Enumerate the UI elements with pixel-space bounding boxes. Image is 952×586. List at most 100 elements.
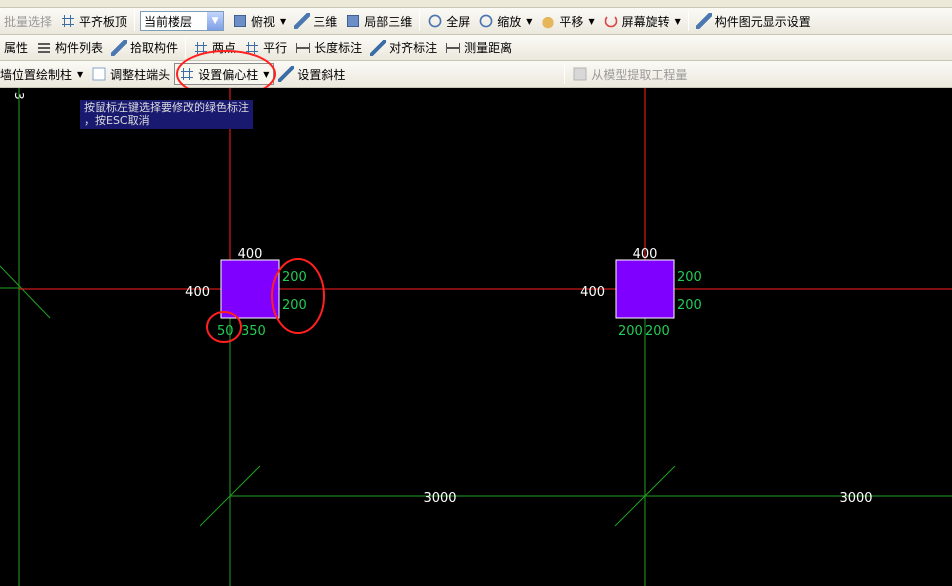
separator <box>564 64 566 84</box>
column-2-bottom-right-label[interactable]: 200 <box>645 324 670 339</box>
column-2-right-top-label[interactable]: 200 <box>677 270 702 285</box>
adjust-column-end-icon <box>92 67 106 81</box>
caret-down-icon: ▼ <box>263 69 270 79</box>
display-settings-button[interactable]: 构件图元显示设置 <box>692 10 815 32</box>
partial-3d-label: 局部三维 <box>364 14 413 29</box>
parallel-icon <box>244 39 261 56</box>
column-2-bottom-left-label[interactable]: 200 <box>618 324 643 339</box>
inclined-column-icon <box>278 66 295 82</box>
align-slab-top-button[interactable]: 平齐板顶 <box>56 10 131 32</box>
floor-scope-select[interactable]: 当前楼层 ▼ <box>140 11 225 31</box>
canvas-background <box>0 88 952 586</box>
component-list-icon <box>36 39 53 56</box>
rotate-screen-label: 屏幕旋转 <box>621 14 670 29</box>
measure-distance-button[interactable]: 测量距离 <box>441 37 516 59</box>
column-toolbar: 墙位置绘制柱 ▼ 调整柱端头 设置偏心柱 ▼ 设置斜柱 从模型提取工程量 <box>0 61 952 88</box>
partial-3d-button[interactable]: 局部三维 <box>341 10 416 32</box>
inclined-column-button[interactable]: 设置斜柱 <box>274 63 349 85</box>
eccentric-column-button[interactable]: 设置偏心柱 ▼ <box>174 63 275 85</box>
separator <box>134 11 136 31</box>
partial-3d-icon <box>347 15 360 27</box>
separator <box>687 11 689 31</box>
eccentric-column-label: 设置偏心柱 <box>198 67 259 82</box>
pan-icon <box>540 13 557 29</box>
top-view-label: 俯视 <box>251 14 276 29</box>
length-dimension-label: 长度标注 <box>314 41 363 55</box>
floor-scope-value: 当前楼层 <box>144 14 193 29</box>
properties-label: 属性 <box>4 41 29 55</box>
measure-distance-icon <box>445 39 462 56</box>
zoom-button[interactable]: 缩放 ▼ <box>474 10 536 32</box>
align-slab-top-label: 平齐板顶 <box>79 14 128 29</box>
separator <box>185 37 187 58</box>
eccentric-column-icon <box>179 66 196 82</box>
batch-select-button[interactable]: 批量选择 <box>0 10 56 32</box>
align-dimension-label: 对齐标注 <box>389 41 438 55</box>
batch-select-label: 批量选择 <box>4 14 53 29</box>
3d-view-icon <box>294 13 311 29</box>
caret-down-icon: ▼ <box>280 16 287 26</box>
column-2[interactable] <box>615 259 675 319</box>
caret-down-icon: ▼ <box>77 69 84 79</box>
span-label-1: 3000 <box>423 491 456 506</box>
parallel-label: 平行 <box>263 41 288 55</box>
chevron-down-icon[interactable]: ▼ <box>207 12 224 30</box>
measure-distance-label: 测量距离 <box>464 41 513 55</box>
display-settings-icon <box>695 13 712 29</box>
column-2-top-label: 400 <box>633 247 658 262</box>
column-2-right-bottom-label[interactable]: 200 <box>677 298 702 313</box>
view-toolbar: 批量选择 平齐板顶 当前楼层 ▼ 俯视 ▼ 三维 局部三维 全屏 缩放 ▼ 平移 ▼ 屏… <box>0 8 952 35</box>
separator <box>419 11 421 31</box>
parallel-button[interactable]: 平行 <box>240 37 291 59</box>
extract-quantity-icon <box>573 67 587 81</box>
column-1-right-top-label[interactable]: 200 <box>282 270 307 285</box>
zoom-label: 缩放 <box>497 14 522 29</box>
status-tooltip: 按鼠标左键选择要修改的绿色标注 ，按ESC取消 <box>80 100 253 129</box>
inclined-column-label: 设置斜柱 <box>297 67 346 82</box>
pan-button[interactable]: 平移 ▼ <box>536 10 598 32</box>
column-1-right-bottom-label[interactable]: 200 <box>282 298 307 313</box>
component-list-label: 构件列表 <box>55 41 104 55</box>
column-1[interactable] <box>220 259 280 319</box>
properties-button[interactable]: 属性 <box>0 37 32 59</box>
extract-quantity-label: 从模型提取工程量 <box>591 67 688 82</box>
drawing-canvas[interactable]: 3 400 400 200 200 50 350 400 400 200 200… <box>0 88 952 586</box>
adjust-column-end-label: 调整柱端头 <box>110 67 171 82</box>
edit-toolbar: 属性 构件列表 拾取构件 两点 平行 长度标注 对齐标注 测量距离 <box>0 35 952 61</box>
3d-view-button[interactable]: 三维 <box>290 10 341 32</box>
adjust-column-end-button[interactable]: 调整柱端头 <box>87 63 174 85</box>
caret-down-icon: ▼ <box>588 16 595 26</box>
fullscreen-icon <box>428 14 442 28</box>
fullscreen-button[interactable]: 全屏 <box>423 10 474 32</box>
column-1-top-label: 400 <box>238 247 263 262</box>
tooltip-line-2: ，按ESC取消 <box>84 114 150 127</box>
rotate-screen-icon <box>604 14 617 28</box>
display-settings-label: 构件图元显示设置 <box>714 14 811 29</box>
tooltip-line-1: 按鼠标左键选择要修改的绿色标注 <box>84 101 249 114</box>
extract-quantity-button[interactable]: 从模型提取工程量 <box>568 63 691 85</box>
zoom-icon <box>479 14 493 28</box>
column-1-left-label: 400 <box>185 285 210 300</box>
rotate-screen-button[interactable]: 屏幕旋转 ▼ <box>599 10 685 32</box>
two-points-icon <box>193 39 210 56</box>
column-1-bottom-right-label[interactable]: 350 <box>241 324 266 339</box>
draw-column-at-wall-button[interactable]: 墙位置绘制柱 ▼ <box>0 63 87 85</box>
3d-view-label: 三维 <box>313 14 338 29</box>
pick-component-label: 拾取构件 <box>130 41 179 55</box>
pick-component-button[interactable]: 拾取构件 <box>107 37 182 59</box>
draw-column-at-wall-label: 墙位置绘制柱 <box>0 67 73 82</box>
align-slab-top-icon <box>60 13 77 29</box>
pick-component-icon <box>111 39 128 56</box>
column-1-bottom-left-label[interactable]: 50 <box>217 324 234 339</box>
pan-label: 平移 <box>559 14 584 29</box>
top-view-icon <box>234 15 247 27</box>
span-label-2: 3000 <box>839 491 872 506</box>
align-dimension-icon <box>370 39 387 56</box>
length-dimension-button[interactable]: 长度标注 <box>291 37 366 59</box>
length-dimension-icon <box>295 39 312 56</box>
caret-down-icon: ▼ <box>526 16 533 26</box>
two-points-button[interactable]: 两点 <box>189 37 240 59</box>
align-dimension-button[interactable]: 对齐标注 <box>366 37 441 59</box>
component-list-button[interactable]: 构件列表 <box>32 37 107 59</box>
top-view-button[interactable]: 俯视 ▼ <box>228 10 290 32</box>
